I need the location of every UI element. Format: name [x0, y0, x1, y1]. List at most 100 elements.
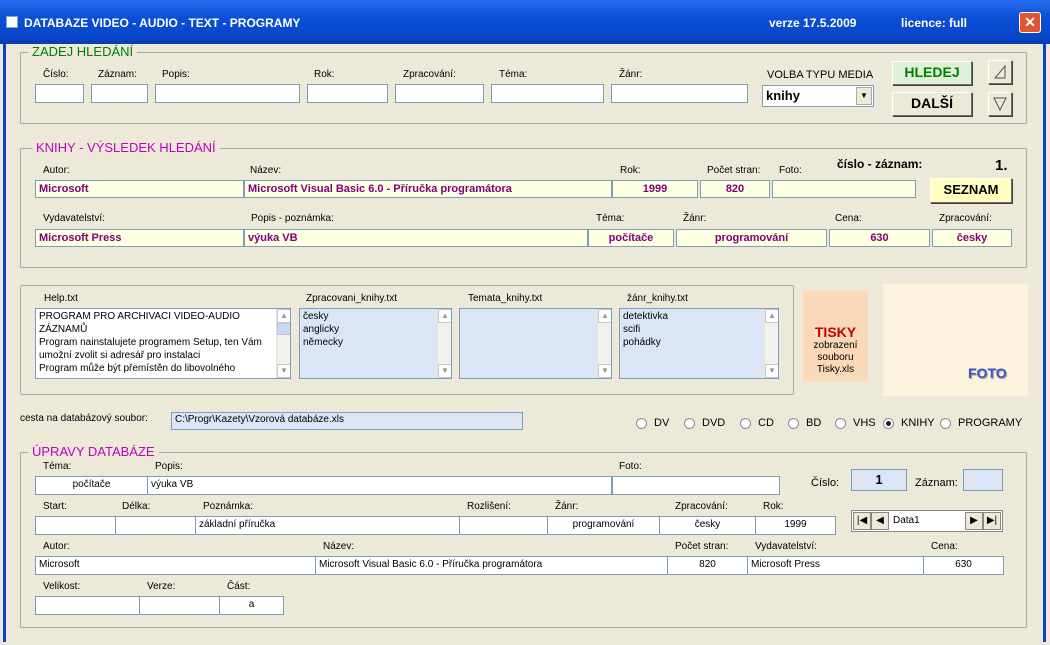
edit-cena-input[interactable]: 630: [923, 556, 1004, 575]
res-zpracovani-field[interactable]: česky: [932, 229, 1012, 247]
chevron-down-icon[interactable]: ▼: [856, 87, 872, 105]
radio-programy-circle[interactable]: [940, 417, 951, 429]
edit-tema-input[interactable]: počítače: [35, 476, 148, 495]
prev-record-icon[interactable]: ◀: [871, 512, 889, 530]
radio-dvd[interactable]: DVD: [684, 417, 725, 429]
zanr-list[interactable]: detektivka scifi pohádky ▲ ▼: [619, 308, 779, 379]
search-cislo-input[interactable]: [35, 84, 84, 103]
scroll-up-icon[interactable]: ▲: [765, 309, 778, 323]
temata-scrollbar[interactable]: ▲ ▼: [597, 309, 611, 378]
first-record-icon[interactable]: |◀: [853, 512, 871, 530]
scroll-down-icon[interactable]: ▼: [598, 364, 611, 378]
res-rok-field[interactable]: 1999: [612, 180, 698, 198]
next-record-icon[interactable]: ▶: [965, 512, 983, 530]
temata-label: Temata_knihy.txt: [468, 293, 543, 304]
scroll-down-icon[interactable]: ▼: [438, 364, 451, 378]
res-tema-label: Téma:: [596, 213, 625, 224]
res-vydavatelstvi-field[interactable]: Microsoft Press: [35, 229, 244, 247]
radio-programy-label: PROGRAMY: [958, 417, 1023, 429]
tisky-title: TISKY: [814, 324, 857, 340]
res-pocet-stran-field[interactable]: 820: [700, 180, 770, 198]
res-foto-field[interactable]: [772, 180, 916, 198]
scroll-up-icon[interactable]: ▲: [277, 309, 290, 323]
scroll-thumb[interactable]: [277, 323, 290, 335]
res-autor-field[interactable]: Microsoft: [35, 180, 244, 198]
radio-vhs-circle[interactable]: [835, 417, 846, 429]
tisky-line: souboru: [817, 352, 854, 363]
sort-descending-button[interactable]: [988, 92, 1012, 116]
scroll-up-icon[interactable]: ▲: [598, 309, 611, 323]
temata-list[interactable]: ▲ ▼: [459, 308, 612, 379]
edit-delka-input[interactable]: [115, 516, 196, 535]
help-scrollbar[interactable]: ▲ ▼: [276, 309, 290, 378]
edit-zanr-input[interactable]: programování: [547, 516, 660, 535]
radio-knihy-circle[interactable]: [883, 417, 894, 429]
edit-zpracovani-input[interactable]: česky: [659, 516, 756, 535]
zprac-scrollbar[interactable]: ▲ ▼: [437, 309, 451, 378]
edit-autor-input[interactable]: Microsoft: [35, 556, 316, 575]
radio-cd[interactable]: CD: [740, 417, 774, 429]
radio-bd-circle[interactable]: [788, 417, 799, 429]
search-tema-input[interactable]: [491, 84, 604, 103]
scroll-up-icon[interactable]: ▲: [438, 309, 451, 323]
edit-velikost-input[interactable]: [35, 596, 140, 615]
license-label: licence: full: [901, 16, 968, 30]
hledej-button[interactable]: HLEDEJ: [892, 61, 972, 85]
media-type-select[interactable]: knihy ▼: [762, 85, 874, 107]
zanr-scrollbar[interactable]: ▲ ▼: [764, 309, 778, 378]
radio-programy[interactable]: PROGRAMY: [940, 417, 1022, 429]
edit-poznamka-input[interactable]: základní příručka: [195, 516, 460, 535]
help-list[interactable]: PROGRAM PRO ARCHIVACI VIDEO-AUDIO ZÁZNAM…: [35, 308, 291, 379]
radio-dvd-circle[interactable]: [684, 417, 695, 429]
radio-cd-circle[interactable]: [740, 417, 751, 429]
edit-rozliseni-input[interactable]: [459, 516, 548, 535]
edit-verze-label: Verze:: [147, 581, 176, 592]
sort-ascending-button[interactable]: [988, 60, 1012, 84]
res-nazev-field[interactable]: Microsoft Visual Basic 6.0 - Příručka pr…: [244, 180, 612, 198]
zanr-line: pohádky: [623, 337, 661, 348]
radio-dv-circle[interactable]: [636, 417, 647, 429]
data-control[interactable]: |◀ ◀ Data1 ▶ ▶|: [851, 510, 1003, 532]
app-icon[interactable]: [6, 16, 18, 28]
edit-cast-input[interactable]: a: [219, 596, 284, 615]
res-cena-field[interactable]: 630: [829, 229, 930, 247]
zprac-line: česky: [303, 311, 329, 322]
edit-nazev-input[interactable]: Microsoft Visual Basic 6.0 - Příručka pr…: [315, 556, 668, 575]
edit-cena-label: Cena:: [931, 541, 958, 552]
foto-panel[interactable]: FOTO: [883, 284, 1028, 396]
tisky-button[interactable]: TISKY zobrazení souboru Tisky.xls: [803, 291, 868, 381]
radio-vhs[interactable]: VHS: [835, 417, 876, 429]
res-tema-field[interactable]: počítače: [588, 229, 674, 247]
edit-verze-input[interactable]: [139, 596, 220, 615]
seznam-button[interactable]: SEZNAM: [930, 178, 1012, 203]
edit-foto-input[interactable]: [612, 476, 780, 495]
edit-vydavatelstvi-input[interactable]: Microsoft Press: [747, 556, 924, 575]
close-button[interactable]: ✕: [1019, 12, 1041, 33]
search-zaznam-input[interactable]: [91, 84, 148, 103]
last-record-icon[interactable]: ▶|: [983, 512, 1001, 530]
scroll-down-icon[interactable]: ▼: [277, 364, 290, 378]
radio-knihy[interactable]: KNIHY: [883, 417, 935, 429]
edit-rok-input[interactable]: 1999: [755, 516, 836, 535]
edit-cislo-input[interactable]: 1: [851, 469, 907, 491]
zprac-list[interactable]: česky anglicky německy ▲ ▼: [299, 308, 452, 379]
search-zpracovani-input[interactable]: [395, 84, 484, 103]
radio-dv-label: DV: [654, 417, 670, 429]
scroll-down-icon[interactable]: ▼: [765, 364, 778, 378]
res-zanr-field[interactable]: programování: [676, 229, 827, 247]
search-zanr-input[interactable]: [611, 84, 748, 103]
res-popis-field[interactable]: výuka VB: [244, 229, 588, 247]
media-type-value: knihy: [766, 88, 800, 103]
dalsi-button[interactable]: DALŠÍ: [892, 92, 972, 116]
edit-pocet-stran-input[interactable]: 820: [667, 556, 748, 575]
edit-zaznam-input[interactable]: [963, 469, 1003, 491]
radio-bd[interactable]: BD: [788, 417, 821, 429]
edit-start-input[interactable]: [35, 516, 116, 535]
search-popis-input[interactable]: [155, 84, 300, 103]
edit-velikost-label: Velikost:: [43, 581, 81, 592]
radio-dv[interactable]: DV: [636, 417, 669, 429]
edit-popis-input[interactable]: výuka VB: [147, 476, 612, 495]
search-rok-input[interactable]: [307, 84, 388, 103]
search-zanr-label: Žánr:: [619, 69, 643, 80]
path-input[interactable]: C:\Progr\Kazety\Vzorová databáze.xls: [171, 412, 523, 430]
